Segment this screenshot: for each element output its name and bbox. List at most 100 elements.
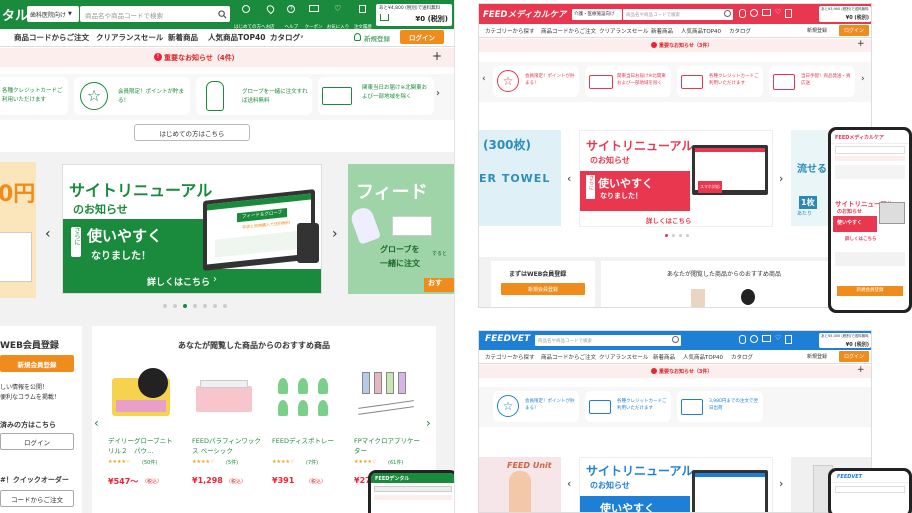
nav-top40[interactable]: 人気商品TOP40 bbox=[681, 27, 721, 35]
chevron-right-icon[interactable]: › bbox=[436, 88, 440, 99]
hero-banner[interactable]: サイトリニューアル のお知らせ さらに 使いやすく なりました！ 詳しくはこちら… bbox=[62, 164, 322, 294]
nav-category[interactable]: カテゴリーから探す bbox=[485, 27, 535, 35]
search-input[interactable]: 商品名や商品コードで検索 bbox=[623, 9, 733, 20]
chevron-right-icon[interactable]: › bbox=[861, 74, 865, 84]
help-link[interactable]: ? ヘルプ bbox=[282, 5, 300, 30]
product-card[interactable]: FEEDパラフィンワックス ベーシック ★★★★☆ (5件) ¥1,298 （税… bbox=[192, 368, 262, 508]
coupon-icon[interactable] bbox=[762, 9, 771, 16]
carousel-dot[interactable] bbox=[203, 304, 207, 308]
feature-card-credit[interactable]: 各種クレジットカードご利用いただけます bbox=[585, 391, 671, 422]
login-button[interactable]: ログイン bbox=[839, 351, 869, 362]
nav-clearance[interactable]: クリアランスセール bbox=[599, 353, 648, 361]
notice-bar[interactable]: 重要なお知らせ（3件） + bbox=[479, 39, 871, 52]
cart-summary[interactable]: あと¥5,000 (税別)で送料無料 ¥0 (税別) bbox=[819, 333, 871, 348]
carousel-next-icon[interactable]: › bbox=[332, 226, 338, 242]
category-select[interactable]: 歯科医院向け ▼ bbox=[27, 6, 79, 22]
carousel-dot[interactable] bbox=[223, 304, 227, 308]
search-icon[interactable] bbox=[724, 10, 731, 17]
coupon-icon[interactable] bbox=[762, 335, 771, 342]
expand-plus-icon[interactable]: + bbox=[432, 49, 442, 63]
quick-order-button[interactable]: コードからご注文 bbox=[0, 490, 74, 507]
nav-category[interactable]: カテゴリーから探す bbox=[485, 353, 535, 361]
chevron-left-icon[interactable]: ‹ bbox=[482, 74, 486, 84]
feature-card-credit[interactable]: 各種クレジットカードご利用いただけます bbox=[0, 77, 68, 115]
pin-icon[interactable] bbox=[739, 9, 746, 18]
feature-card-points[interactable]: ☆ 会員限定！ポイントが貯まる！ bbox=[493, 66, 579, 97]
product-card[interactable]: FEEDディスポトレー ★★★★☆ (7件) ¥391 （税込） bbox=[272, 368, 342, 508]
register-link[interactable]: 新規登録 bbox=[807, 353, 827, 360]
category-select[interactable]: 介護・医療施設向け bbox=[572, 9, 622, 20]
carousel-next-icon[interactable]: › bbox=[779, 477, 783, 490]
carousel-prev-icon[interactable]: ‹ bbox=[45, 226, 51, 242]
feature-card-shipping[interactable]: 3,980円までの注文で翌日出荷 bbox=[677, 391, 763, 422]
carousel-dot[interactable] bbox=[665, 234, 668, 237]
favorites-link[interactable]: ♡ お気に入り bbox=[327, 5, 350, 31]
heart-icon[interactable]: ♡ bbox=[775, 335, 781, 344]
member-login-button[interactable]: ログイン bbox=[0, 433, 74, 450]
help-icon[interactable] bbox=[750, 335, 758, 343]
carousel-dot[interactable] bbox=[672, 234, 675, 237]
nav-code-order[interactable]: 商品コードからご注文 bbox=[541, 27, 596, 35]
coupon-link[interactable]: クーポン bbox=[304, 5, 324, 30]
carousel-dot[interactable] bbox=[213, 304, 217, 308]
hero-banner[interactable]: サイトリニューアル のお知らせ さらに 使いやすく なりました！ 詳しくはこちら… bbox=[579, 130, 773, 227]
store-link[interactable]: お店 bbox=[261, 3, 279, 30]
dental-logo[interactable]: タル bbox=[2, 5, 28, 24]
prev-slide[interactable]: 0円 bbox=[0, 162, 36, 298]
hero-banner[interactable]: サイトリニューアル のお知らせ 使いやすく bbox=[579, 457, 773, 512]
first-time-button[interactable]: はじめての方はこちら bbox=[134, 124, 250, 141]
search-input[interactable]: 商品名や商品コードで検索 bbox=[535, 335, 681, 346]
first-time-link[interactable]: はじめての方へ bbox=[234, 5, 266, 30]
carousel-dot[interactable] bbox=[686, 234, 689, 237]
nav-new[interactable]: 新着商品 bbox=[653, 353, 675, 361]
feature-card-delivery[interactable]: 関東当日お届け※北関東および一部地域を除く bbox=[318, 77, 434, 115]
feature-card-delivery[interactable]: 関東当日お届け※北関東および一部地域を除く bbox=[585, 66, 671, 97]
nav-catalog[interactable]: カタログ bbox=[731, 353, 753, 361]
prev-slide[interactable]: FEED Unit bbox=[479, 457, 561, 512]
carousel-prev-icon[interactable]: ‹ bbox=[567, 477, 571, 490]
nav-code-order[interactable]: 商品コードからご注文 bbox=[541, 353, 596, 361]
notice-bar[interactable]: 重要なお知らせ（3件） + bbox=[479, 365, 871, 378]
mobile-search[interactable] bbox=[835, 146, 905, 154]
medical-logo[interactable]: FEEDメディカルケア bbox=[483, 8, 566, 20]
heart-icon[interactable]: ♡ bbox=[775, 9, 781, 18]
feature-card-credit[interactable]: 各種クレジットカードご利用いただけます bbox=[677, 66, 763, 97]
register-button[interactable]: 新規会員登録 bbox=[501, 283, 585, 295]
vet-logo[interactable]: FEEDVET bbox=[485, 334, 530, 344]
login-button[interactable]: ログイン bbox=[400, 30, 444, 44]
nav-new[interactable]: 新着商品 bbox=[651, 27, 673, 35]
cart-summary[interactable]: あと¥3,900 (税別)で送料無料 ¥0 (税別) bbox=[819, 6, 871, 22]
search-icon[interactable] bbox=[672, 336, 679, 343]
nav-clearance[interactable]: クリアランスセール bbox=[599, 27, 648, 35]
nav-new[interactable]: 新着商品 bbox=[168, 32, 198, 43]
banner-cta[interactable]: 詳しくはこちら bbox=[147, 275, 210, 288]
expand-plus-icon[interactable]: + bbox=[857, 365, 865, 375]
pin-icon[interactable] bbox=[739, 335, 746, 344]
carousel-dot[interactable] bbox=[193, 304, 197, 308]
carousel-dot[interactable] bbox=[679, 234, 682, 237]
search-input[interactable]: 商品名や商品コードで検索 bbox=[80, 6, 230, 22]
product-thumb[interactable] bbox=[691, 289, 705, 307]
nav-clearance[interactable]: クリアランスセール bbox=[96, 32, 163, 43]
carousel-prev-icon[interactable]: ‹ bbox=[567, 172, 571, 185]
expand-plus-icon[interactable]: + bbox=[857, 39, 865, 49]
carousel-dot[interactable] bbox=[173, 304, 177, 308]
prev-slide[interactable]: (300枚) ER TOWEL bbox=[479, 130, 561, 226]
help-icon[interactable] bbox=[750, 9, 758, 17]
feature-card-points[interactable]: ☆ 会員限定！ポイントが貯まる！ bbox=[493, 391, 579, 422]
feature-card-points[interactable]: ☆ 会員限定！ポイントが貯まる！ bbox=[74, 77, 190, 115]
carousel-dot[interactable] bbox=[163, 304, 167, 308]
nav-top40[interactable]: 人気商品TOP40 bbox=[683, 353, 723, 361]
order-history-link[interactable]: 注文履歴 bbox=[352, 5, 374, 30]
carousel-next-icon[interactable]: › bbox=[779, 172, 783, 185]
feature-card-glove[interactable]: グローブを一緒に注文すれば送料無料 bbox=[196, 77, 312, 115]
register-link[interactable]: 新規登録 bbox=[807, 27, 827, 34]
rec-prev-icon[interactable]: ‹ bbox=[94, 416, 99, 430]
product-thumb[interactable] bbox=[741, 289, 755, 305]
mobile-register-button[interactable]: 新規会員登録 bbox=[837, 286, 903, 296]
nav-code-order[interactable]: 商品コードからご注文 bbox=[14, 32, 89, 43]
register-link[interactable]: 新規登録 bbox=[364, 33, 390, 43]
search-icon[interactable] bbox=[216, 8, 228, 20]
nav-catalog[interactable]: カタログ bbox=[729, 27, 751, 35]
notice-bar[interactable]: ! 重要なお知らせ（4件） + bbox=[0, 48, 454, 67]
